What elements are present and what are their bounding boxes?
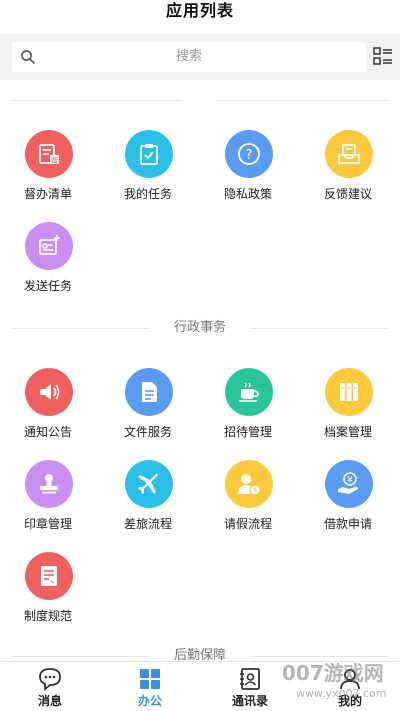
tab-office[interactable]: 办公 [100,662,200,711]
app-item-seal-management[interactable]: 印章管理 [0,460,100,540]
svg-text:督: 督 [51,156,58,165]
airplane-icon [125,460,173,508]
search-input[interactable]: 搜索 [12,42,366,72]
question-icon: ? [225,130,273,178]
tab-me[interactable]: 我的 [300,662,400,711]
app-item-label: 反馈建议 [324,187,373,201]
user-clock-icon [225,460,273,508]
search-bar-area: 搜索 [0,34,400,80]
app-item-label: 印章管理 [24,517,73,531]
tab-contacts[interactable]: 通讯录 [200,662,300,711]
document-icon [125,368,173,416]
money-hand-icon: ¥ [325,460,373,508]
app-item-loan-application[interactable]: ¥ 借款申请 [300,460,400,540]
app-item-label: 制度规范 [24,609,73,623]
app-item-label: 发送任务 [24,279,73,293]
speaker-icon [25,368,73,416]
app-item-archives[interactable]: 档案管理 [300,368,400,448]
app-item-leave-request[interactable]: 请假流程 [200,460,300,540]
app-header: 应用列表 [0,0,400,26]
coffee-cup-icon [225,368,273,416]
grid-apps-icon [140,669,160,689]
app-item-my-tasks[interactable]: 我的任务 [100,130,200,210]
app-item-label: 隐私政策 [224,187,273,201]
archive-cabinet-icon [325,368,373,416]
app-item-label: 差旅流程 [124,517,173,531]
app-item-regulations[interactable]: 制度规范 [0,552,100,632]
app-item-supervision-list[interactable]: 督 督办清单 [0,130,100,210]
section-title: 行政事务 [173,320,226,335]
app-item-business-travel[interactable]: 差旅流程 [100,460,200,540]
app-item-hospitality[interactable]: 招待管理 [200,368,300,448]
bottom-tab-bar: 消息 办公 通讯录 我的 [0,661,400,711]
app-item-label: 档案管理 [324,425,373,439]
list-view-icon[interactable] [373,46,393,66]
app-item-label: 请假流程 [224,517,273,531]
app-item-announcements[interactable]: 通知公告 [0,368,100,448]
chat-bubble-icon [39,668,61,691]
tab-label: 我的 [337,694,362,708]
svg-text:¥: ¥ [347,476,353,486]
stamp-icon [25,460,73,508]
tab-label: 消息 [37,694,62,708]
tab-label: 办公 [137,694,162,708]
page-title: 应用列表 [165,1,234,20]
app-item-label: 文件服务 [124,425,173,439]
app-item-label: 招待管理 [224,425,273,439]
section-header-administration: 行政事务 [12,318,388,338]
user-profile-icon [340,669,360,690]
send-task-icon [25,222,73,270]
contacts-book-icon [240,668,260,690]
app-item-label: 督办清单 [24,187,73,201]
svg-text:?: ? [246,148,253,163]
app-item-file-service[interactable]: 文件服务 [100,368,200,448]
app-item-feedback[interactable]: 反馈建议 [300,130,400,210]
clipboard-check-icon [125,130,173,178]
app-item-privacy-policy[interactable]: ? 隐私政策 [200,130,300,210]
app-item-label: 借款申请 [324,517,373,531]
tab-label: 通讯录 [231,694,268,708]
app-item-send-task[interactable]: 发送任务 [0,222,100,302]
section-divider [12,90,388,110]
search-placeholder: 搜索 [175,49,202,64]
supervision-list-icon: 督 [25,130,73,178]
app-item-label: 我的任务 [124,187,173,201]
tab-messages[interactable]: 消息 [0,662,100,711]
app-item-label: 通知公告 [24,425,73,439]
regulation-doc-icon [25,552,73,600]
feedback-tray-icon [325,130,373,178]
